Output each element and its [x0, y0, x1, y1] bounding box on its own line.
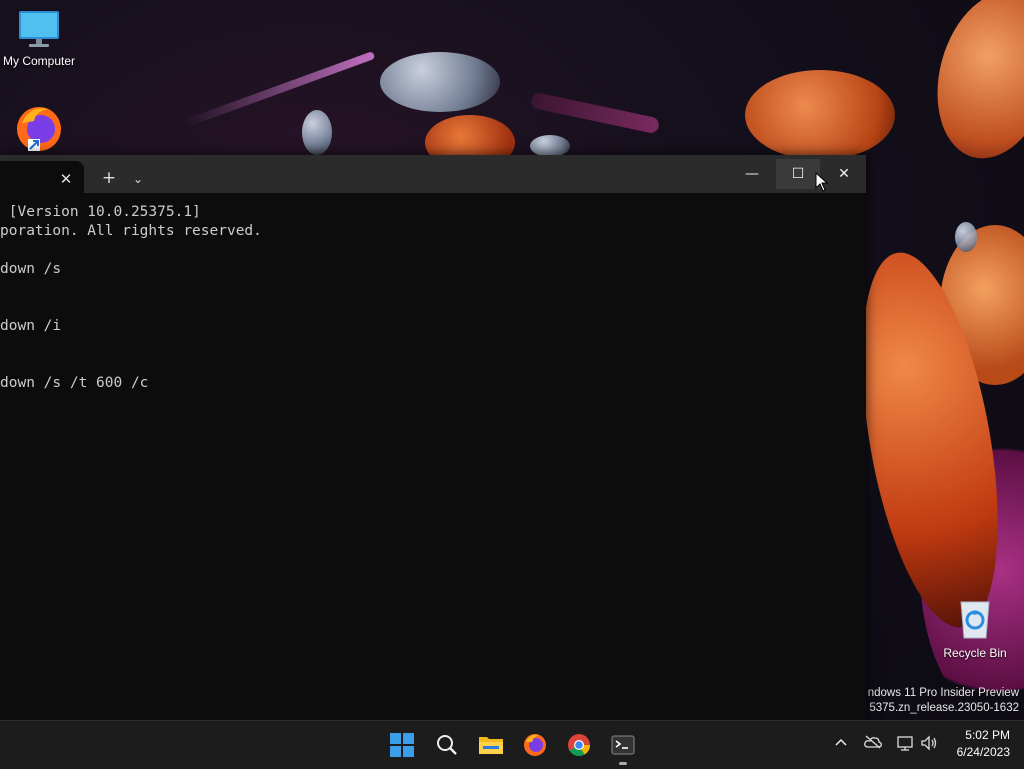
- firefox-shortcut-icon: [17, 107, 61, 151]
- terminal-window[interactable]: ✕ + ⌄ — ☐ ✕ [Version 10.0.25375.1] porat…: [0, 155, 866, 720]
- chrome-taskbar-button[interactable]: [562, 729, 596, 761]
- tab-dropdown-button[interactable]: ⌄: [128, 168, 148, 190]
- chrome-icon: [568, 734, 590, 756]
- monitor-icon: [19, 11, 59, 47]
- tab-close-button[interactable]: ✕: [56, 169, 76, 189]
- volume-icon: [921, 735, 937, 751]
- taskbar: 5:02 PM 6/24/2023: [0, 720, 1024, 769]
- network-tray[interactable]: [895, 735, 915, 755]
- search-icon: [437, 735, 457, 755]
- watermark-line-2: 5375.zn_release.23050-1632: [869, 702, 1019, 714]
- chevron-up-icon: [835, 738, 847, 746]
- maximize-button[interactable]: ☐: [776, 159, 820, 189]
- tray-overflow-chevron[interactable]: [831, 734, 851, 754]
- onedrive-tray[interactable]: [863, 735, 883, 755]
- cloud-offline-icon: [864, 735, 882, 749]
- terminal-taskbar-button[interactable]: [606, 729, 640, 765]
- console-line: poration. All rights reserved.: [0, 223, 262, 239]
- file-explorer-icon: [479, 737, 503, 754]
- desktop-icon-label: My Computer: [2, 54, 76, 68]
- file-explorer-button[interactable]: [474, 729, 508, 761]
- search-button[interactable]: [430, 729, 464, 761]
- console-line: down /s: [0, 261, 62, 277]
- console-line: down /i: [0, 318, 62, 334]
- clock-date: 6/24/2023: [956, 745, 1010, 759]
- console-line: [Version 10.0.25375.1]: [0, 204, 201, 220]
- start-button[interactable]: [385, 729, 419, 761]
- new-tab-button[interactable]: +: [98, 168, 120, 190]
- desktop-icon-my-computer[interactable]: My Computer: [0, 8, 79, 68]
- terminal-titlebar[interactable]: ✕ + ⌄ — ☐ ✕: [0, 155, 866, 193]
- desktop-icon-recycle-bin[interactable]: Recycle Bin: [935, 596, 1015, 660]
- start-icon: [390, 733, 414, 757]
- recycle-bin-icon: [960, 601, 990, 639]
- console-line: down /s /t 600 /c: [0, 375, 149, 391]
- network-icon: [897, 736, 913, 751]
- firefox-taskbar-button[interactable]: [518, 729, 552, 761]
- desktop-icon-firefox[interactable]: [0, 103, 79, 156]
- minimize-button[interactable]: —: [730, 159, 774, 189]
- volume-tray[interactable]: [919, 735, 939, 755]
- watermark-line-1: ndows 11 Pro Insider Preview: [867, 687, 1019, 699]
- windows-watermark: ndows 11 Pro Insider Preview 5375.zn_rel…: [859, 686, 1019, 716]
- terminal-tab[interactable]: ✕: [0, 161, 84, 193]
- firefox-icon: [524, 734, 546, 756]
- clock-time: 5:02 PM: [965, 728, 1010, 742]
- mouse-cursor-icon: [815, 172, 829, 192]
- taskbar-clock[interactable]: 5:02 PM 6/24/2023: [957, 727, 1010, 761]
- terminal-icon: [611, 735, 635, 755]
- console-output[interactable]: [Version 10.0.25375.1] poration. All rig…: [0, 193, 866, 720]
- desktop-icon-label: Recycle Bin: [943, 646, 1007, 660]
